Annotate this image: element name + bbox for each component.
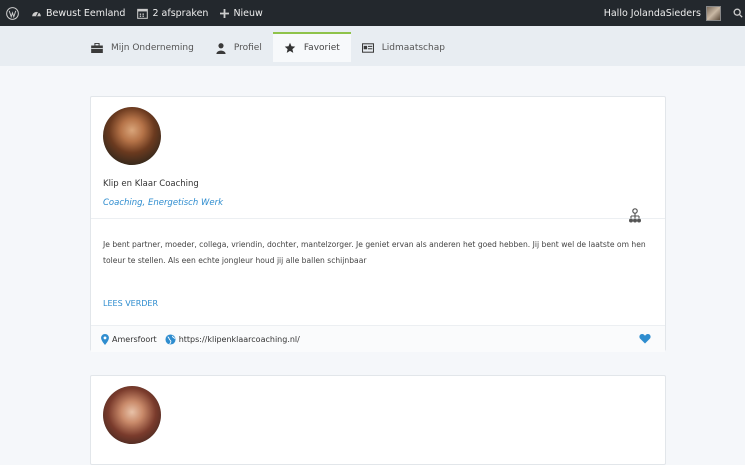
tab-list: Mijn Onderneming Profiel Favoriet Lidmaa… (80, 32, 456, 62)
new-button[interactable]: Nieuw (214, 0, 268, 26)
wordpress-icon (6, 6, 19, 20)
read-more-link[interactable]: LEES VERDER (103, 299, 158, 308)
plus-icon (220, 8, 230, 18)
star-icon (284, 42, 296, 53)
website-text: https://klipenklaarcoaching.nl/ (178, 334, 300, 344)
tab-favoriet[interactable]: Favoriet (272, 32, 351, 62)
calendar-icon (137, 8, 149, 19)
search-button[interactable] (727, 0, 745, 26)
tab-profiel[interactable]: Profiel (205, 32, 273, 62)
listing-photo[interactable] (103, 386, 161, 444)
org-badge (627, 208, 643, 228)
briefcase-icon (91, 43, 103, 53)
avatar (706, 5, 721, 21)
sitemap-icon (629, 208, 641, 223)
account-tab-bar: Mijn Onderneming Profiel Favoriet Lidmaa… (0, 26, 745, 66)
listing-name[interactable]: Klip en Klaar Coaching (103, 179, 199, 189)
tab-label: Lidmaatschap (381, 43, 445, 53)
site-name-button[interactable]: Bewust Eemland (25, 0, 131, 26)
globe-icon (165, 333, 176, 345)
tab-label: Profiel (233, 43, 262, 53)
listing-footer: Amersfoort https://klipenklaarcoaching.n… (91, 325, 665, 352)
location-text: Amersfoort (112, 334, 157, 344)
tab-mijn-onderneming[interactable]: Mijn Onderneming (80, 32, 205, 62)
wordpress-logo-button[interactable] (0, 0, 25, 26)
divider (91, 218, 665, 219)
favorite-button[interactable] (639, 333, 651, 346)
listing-card: Klip en Klaar Coaching Coaching, Energet… (90, 96, 666, 352)
listing-photo[interactable] (103, 107, 161, 165)
listing-card (90, 375, 666, 465)
tab-label: Mijn Onderneming (111, 43, 194, 53)
my-account-button[interactable]: Hallo JolandaSieders (598, 0, 727, 26)
dashboard-icon (32, 11, 41, 17)
listing-location: Amersfoort (101, 333, 157, 345)
site-name: Bewust Eemland (46, 7, 126, 19)
search-icon (733, 8, 743, 18)
listing-categories[interactable]: Coaching, Energetisch Werk (103, 198, 223, 208)
listing-description: Je bent partner, moeder, collega, vriend… (103, 240, 646, 265)
listing-website-link[interactable]: https://klipenklaarcoaching.nl/ (165, 333, 300, 345)
id-card-icon (361, 43, 374, 53)
tab-label: Favoriet (303, 43, 340, 53)
greeting: Hallo JolandaSieders (603, 7, 701, 19)
map-pin-icon (101, 333, 109, 345)
user-icon (216, 42, 226, 54)
heart-icon (639, 333, 651, 344)
appointments-button[interactable]: 2 afspraken (131, 0, 214, 26)
admin-bar: Bewust Eemland 2 afspraken Nieuw Hallo J… (0, 0, 745, 26)
tab-lidmaatschap[interactable]: Lidmaatschap (351, 32, 456, 62)
appointments-label: 2 afspraken (152, 7, 209, 19)
new-label: Nieuw (233, 7, 263, 19)
